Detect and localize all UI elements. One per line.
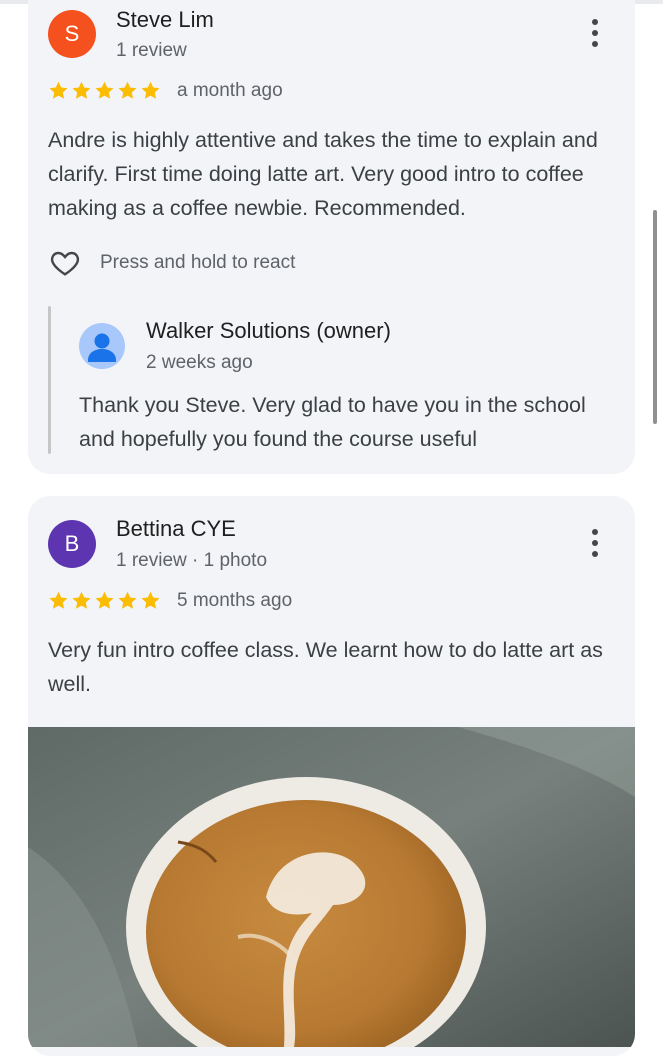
review-photo[interactable] bbox=[28, 727, 635, 1047]
react-label: Press and hold to react bbox=[100, 252, 296, 273]
review-card: B Bettina CYE 1 review · 1 photo 5 month… bbox=[28, 496, 635, 1056]
review-date: a month ago bbox=[177, 80, 283, 101]
more-options-icon[interactable] bbox=[583, 527, 607, 559]
review-text[interactable]: Very fun intro coffee class. We learnt h… bbox=[48, 633, 623, 701]
heart-icon bbox=[50, 251, 80, 276]
avatar[interactable]: S bbox=[48, 10, 96, 58]
reviewer-name[interactable]: Steve Lim bbox=[116, 7, 214, 33]
star-icon bbox=[72, 591, 91, 609]
star-icon bbox=[118, 81, 137, 99]
review-date: 5 months ago bbox=[177, 590, 293, 611]
scrollbar[interactable] bbox=[653, 210, 657, 424]
reviewer-meta: 1 review · 1 photo bbox=[116, 550, 268, 571]
owner-reply-text: Thank you Steve. Very glad to have you i… bbox=[79, 393, 586, 451]
star-icon bbox=[72, 81, 91, 99]
more-options-icon[interactable] bbox=[583, 17, 607, 49]
star-icon bbox=[141, 591, 160, 609]
star-icon bbox=[49, 591, 68, 609]
star-icon bbox=[49, 81, 68, 99]
owner-name: Walker Solutions (owner) bbox=[146, 318, 391, 343]
star-rating bbox=[48, 80, 161, 101]
avatar-initial: B bbox=[64, 531, 80, 556]
latte-art-photo bbox=[28, 727, 635, 1047]
star-icon bbox=[141, 81, 160, 99]
review-card: S Steve Lim 1 review a month ago Andre i… bbox=[28, 0, 635, 474]
star-icon bbox=[118, 591, 137, 609]
owner-avatar[interactable] bbox=[79, 323, 125, 369]
avatar-initial: S bbox=[64, 21, 80, 46]
reviewer-name[interactable]: Bettina CYE bbox=[116, 516, 236, 542]
review-text[interactable]: Andre is highly attentive and takes the … bbox=[48, 123, 628, 225]
react-button[interactable]: Press and hold to react bbox=[48, 247, 295, 279]
reply-divider bbox=[48, 306, 51, 454]
star-icon bbox=[95, 81, 114, 99]
avatar[interactable]: B bbox=[48, 520, 96, 568]
reviewer-meta: 1 review bbox=[116, 40, 187, 61]
star-rating bbox=[48, 590, 161, 611]
person-icon bbox=[88, 333, 116, 362]
star-icon bbox=[95, 591, 114, 609]
owner-reply-date: 2 weeks ago bbox=[146, 352, 253, 373]
